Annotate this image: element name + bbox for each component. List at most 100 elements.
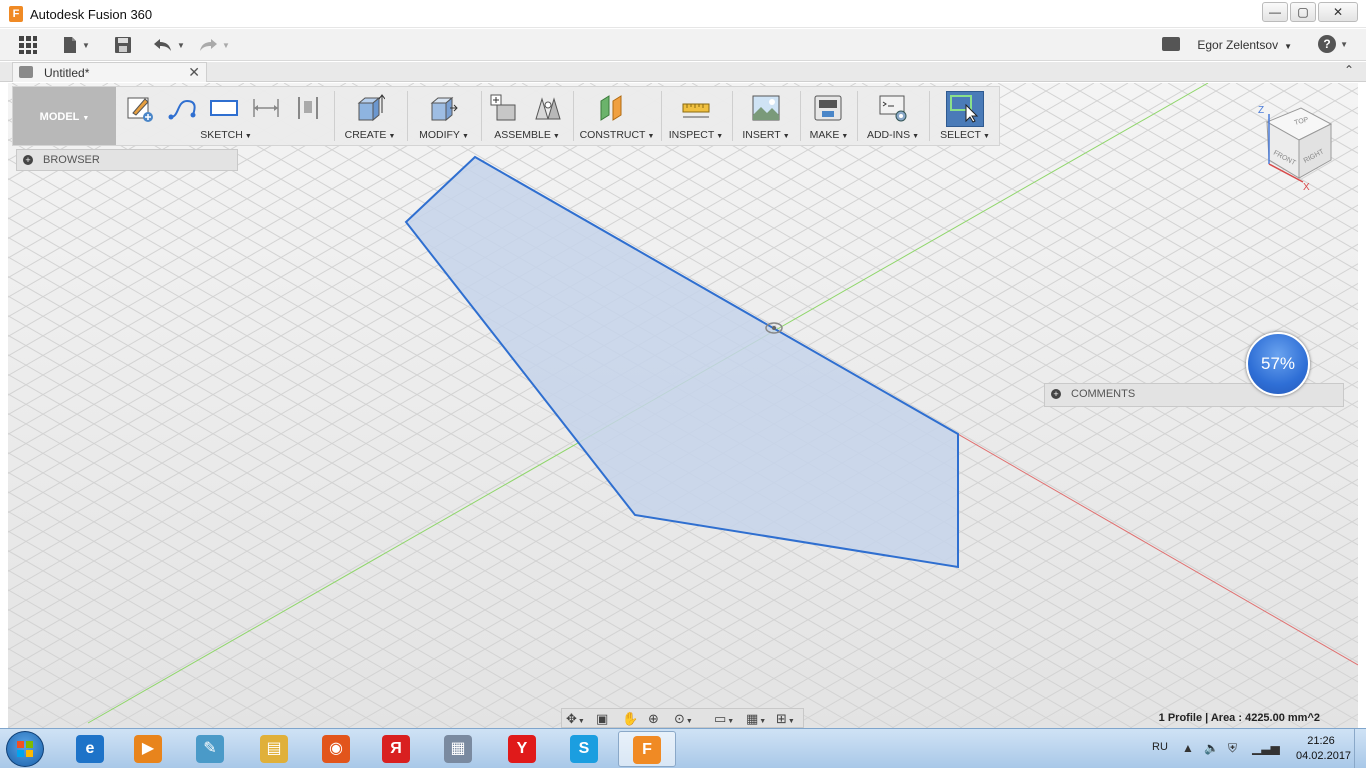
toolbar-separator bbox=[334, 91, 335, 141]
tray-expand-icon[interactable]: ▲ bbox=[1182, 741, 1194, 755]
inspect-group: INSPECT ▼ bbox=[663, 87, 729, 145]
create-group: CREATE ▼ bbox=[337, 87, 403, 145]
select-icon[interactable] bbox=[949, 93, 979, 123]
comments-label: COMMENTS bbox=[1071, 388, 1136, 400]
file-icon bbox=[64, 37, 76, 53]
taskbar-app-yandex[interactable]: Y bbox=[494, 731, 552, 767]
construct-menu[interactable]: CONSTRUCT ▼ bbox=[575, 129, 659, 141]
selection-status: 1 Profile | Area : 4225.00 mm^2 bbox=[1158, 712, 1320, 724]
file-menu-button[interactable]: ▼ bbox=[62, 34, 90, 56]
job-progress-indicator[interactable]: 57% bbox=[1246, 332, 1310, 396]
offset-plane-icon[interactable] bbox=[597, 93, 627, 123]
show-desktop-button[interactable] bbox=[1354, 729, 1366, 768]
taskbar-app-fusion-360[interactable]: F bbox=[618, 731, 676, 767]
taskbar-app-media-player[interactable]: ▶ bbox=[120, 731, 178, 767]
system-clock[interactable]: 21:26 04.02.2017 bbox=[1296, 734, 1352, 764]
insert-menu[interactable]: INSERT ▼ bbox=[735, 129, 797, 141]
user-name: Egor Zelentsov bbox=[1197, 38, 1279, 52]
taskbar-app-calculator[interactable]: ▦ bbox=[430, 731, 488, 767]
modify-group: MODIFY ▼ bbox=[410, 87, 478, 145]
scripts-icon[interactable] bbox=[878, 93, 908, 123]
volume-icon[interactable]: 🔈 bbox=[1204, 741, 1219, 755]
taskbar-app-yandex-browser[interactable]: Я bbox=[368, 731, 426, 767]
network-icon[interactable]: ▁▃▅ bbox=[1252, 741, 1280, 755]
dimension-icon[interactable] bbox=[251, 93, 281, 123]
toolbar-separator bbox=[800, 91, 801, 141]
fit-icon[interactable]: ⊙▼ bbox=[674, 711, 693, 727]
inspect-menu[interactable]: INSPECT ▼ bbox=[663, 129, 729, 141]
file-explorer-icon: ▤ bbox=[260, 735, 288, 763]
create-sketch-icon[interactable] bbox=[125, 93, 155, 123]
modify-menu[interactable]: MODIFY ▼ bbox=[410, 129, 478, 141]
toolbar-separator bbox=[573, 91, 574, 141]
document-tab[interactable]: Untitled* ✕ bbox=[12, 62, 207, 82]
pan-icon[interactable]: ✋ bbox=[622, 711, 638, 727]
construct-group: CONSTRUCT ▼ bbox=[575, 87, 659, 145]
add-ins-menu[interactable]: ADD-INS ▼ bbox=[860, 129, 926, 141]
sketch-menu[interactable]: SKETCH ▼ bbox=[121, 129, 331, 141]
close-tab-icon[interactable]: ✕ bbox=[188, 64, 200, 81]
browser-label: BROWSER bbox=[43, 154, 100, 166]
collapse-toolbar-icon[interactable]: ⌃ bbox=[1344, 63, 1354, 77]
expand-browser-icon[interactable]: + bbox=[23, 155, 33, 165]
expand-comments-icon[interactable]: + bbox=[1051, 389, 1061, 399]
skype-icon: S bbox=[570, 735, 598, 763]
zoom-icon[interactable]: ⊕ bbox=[648, 711, 659, 727]
close-window-button[interactable]: ✕ bbox=[1318, 2, 1358, 22]
language-indicator[interactable]: RU bbox=[1152, 741, 1168, 753]
document-tab-bar: Untitled* ✕ ⌃ bbox=[0, 62, 1366, 82]
help-icon: ? bbox=[1318, 35, 1337, 53]
taskbar-app-firefox[interactable]: ◉ bbox=[308, 731, 366, 767]
extrude-icon[interactable] bbox=[355, 93, 385, 123]
assemble-menu[interactable]: ASSEMBLE ▼ bbox=[483, 129, 571, 141]
user-account-menu[interactable]: Egor Zelentsov ▼ bbox=[1197, 38, 1292, 52]
line-spline-icon[interactable] bbox=[167, 93, 197, 123]
sketch-group: SKETCH ▼ bbox=[121, 87, 331, 145]
make-menu[interactable]: MAKE ▼ bbox=[803, 129, 855, 141]
insert-image-icon[interactable] bbox=[751, 93, 781, 123]
viewports-icon[interactable]: ⊞▼ bbox=[776, 711, 795, 727]
joint-icon[interactable] bbox=[533, 93, 563, 123]
measure-icon[interactable] bbox=[681, 93, 711, 123]
redo-button[interactable]: ▼ bbox=[198, 34, 230, 56]
look-at-icon[interactable]: ▣ bbox=[596, 711, 608, 727]
minimize-button[interactable]: — bbox=[1262, 2, 1288, 22]
new-component-icon[interactable] bbox=[489, 93, 519, 123]
workspace-switcher[interactable]: MODEL ▼ bbox=[13, 87, 116, 145]
display-settings-icon[interactable]: ▭▼ bbox=[714, 711, 734, 727]
browser-panel[interactable]: + BROWSER bbox=[16, 149, 238, 171]
toolbar-separator bbox=[857, 91, 858, 141]
help-menu-button[interactable]: ? ▼ bbox=[1318, 35, 1348, 53]
yandex-icon: Y bbox=[508, 735, 536, 763]
rectangle-icon[interactable] bbox=[209, 93, 239, 123]
create-menu[interactable]: CREATE ▼ bbox=[337, 129, 403, 141]
notifications-icon[interactable] bbox=[1162, 37, 1180, 51]
3d-print-icon[interactable] bbox=[813, 93, 843, 123]
workspace-label: MODEL bbox=[39, 111, 80, 123]
maximize-button[interactable]: ▢ bbox=[1290, 2, 1316, 22]
windows-logo-icon bbox=[17, 741, 33, 757]
clock-date: 04.02.2017 bbox=[1296, 750, 1352, 762]
save-icon[interactable] bbox=[114, 34, 132, 56]
antivirus-icon[interactable]: ⛨ bbox=[1228, 741, 1237, 756]
viewcube[interactable]: TOP FRONT RIGHT Z X bbox=[1253, 100, 1343, 192]
apps-grid-icon[interactable] bbox=[18, 34, 38, 56]
windows-taskbar: e ▶ ✎ ▤ ◉ Я ▦ Y S F RU ▲ 🔈 ⛨ ▁▃▅ 21:26 04.02.2017 bbox=[0, 728, 1366, 768]
grid-settings-icon[interactable]: ▦▼ bbox=[746, 711, 766, 727]
taskbar-app-skype[interactable]: S bbox=[556, 731, 614, 767]
taskbar-app-notebook[interactable]: ✎ bbox=[182, 731, 240, 767]
quick-access-bar: ▼ ▼ ▼ Egor Zelentsov ▼ ? ▼ bbox=[0, 29, 1366, 61]
fusion-app-icon: F bbox=[9, 6, 23, 22]
navigation-bar: ✥▼ ▣ ✋ ⊕ ⊙▼ ▭▼ ▦▼ ⊞▼ bbox=[561, 708, 804, 728]
taskbar-app-file-explorer[interactable]: ▤ bbox=[246, 731, 304, 767]
start-button[interactable] bbox=[6, 731, 44, 767]
undo-button[interactable]: ▼ bbox=[153, 34, 185, 56]
orbit-icon[interactable]: ✥▼ bbox=[566, 711, 585, 727]
constraint-icon[interactable] bbox=[293, 93, 323, 123]
taskbar-app-internet-explorer[interactable]: e bbox=[62, 731, 120, 767]
toolbar-separator bbox=[661, 91, 662, 141]
make-group: MAKE ▼ bbox=[803, 87, 855, 145]
select-menu[interactable]: SELECT ▼ bbox=[931, 129, 999, 141]
press-pull-icon[interactable] bbox=[428, 93, 458, 123]
axis-z-label: Z bbox=[1258, 105, 1264, 116]
